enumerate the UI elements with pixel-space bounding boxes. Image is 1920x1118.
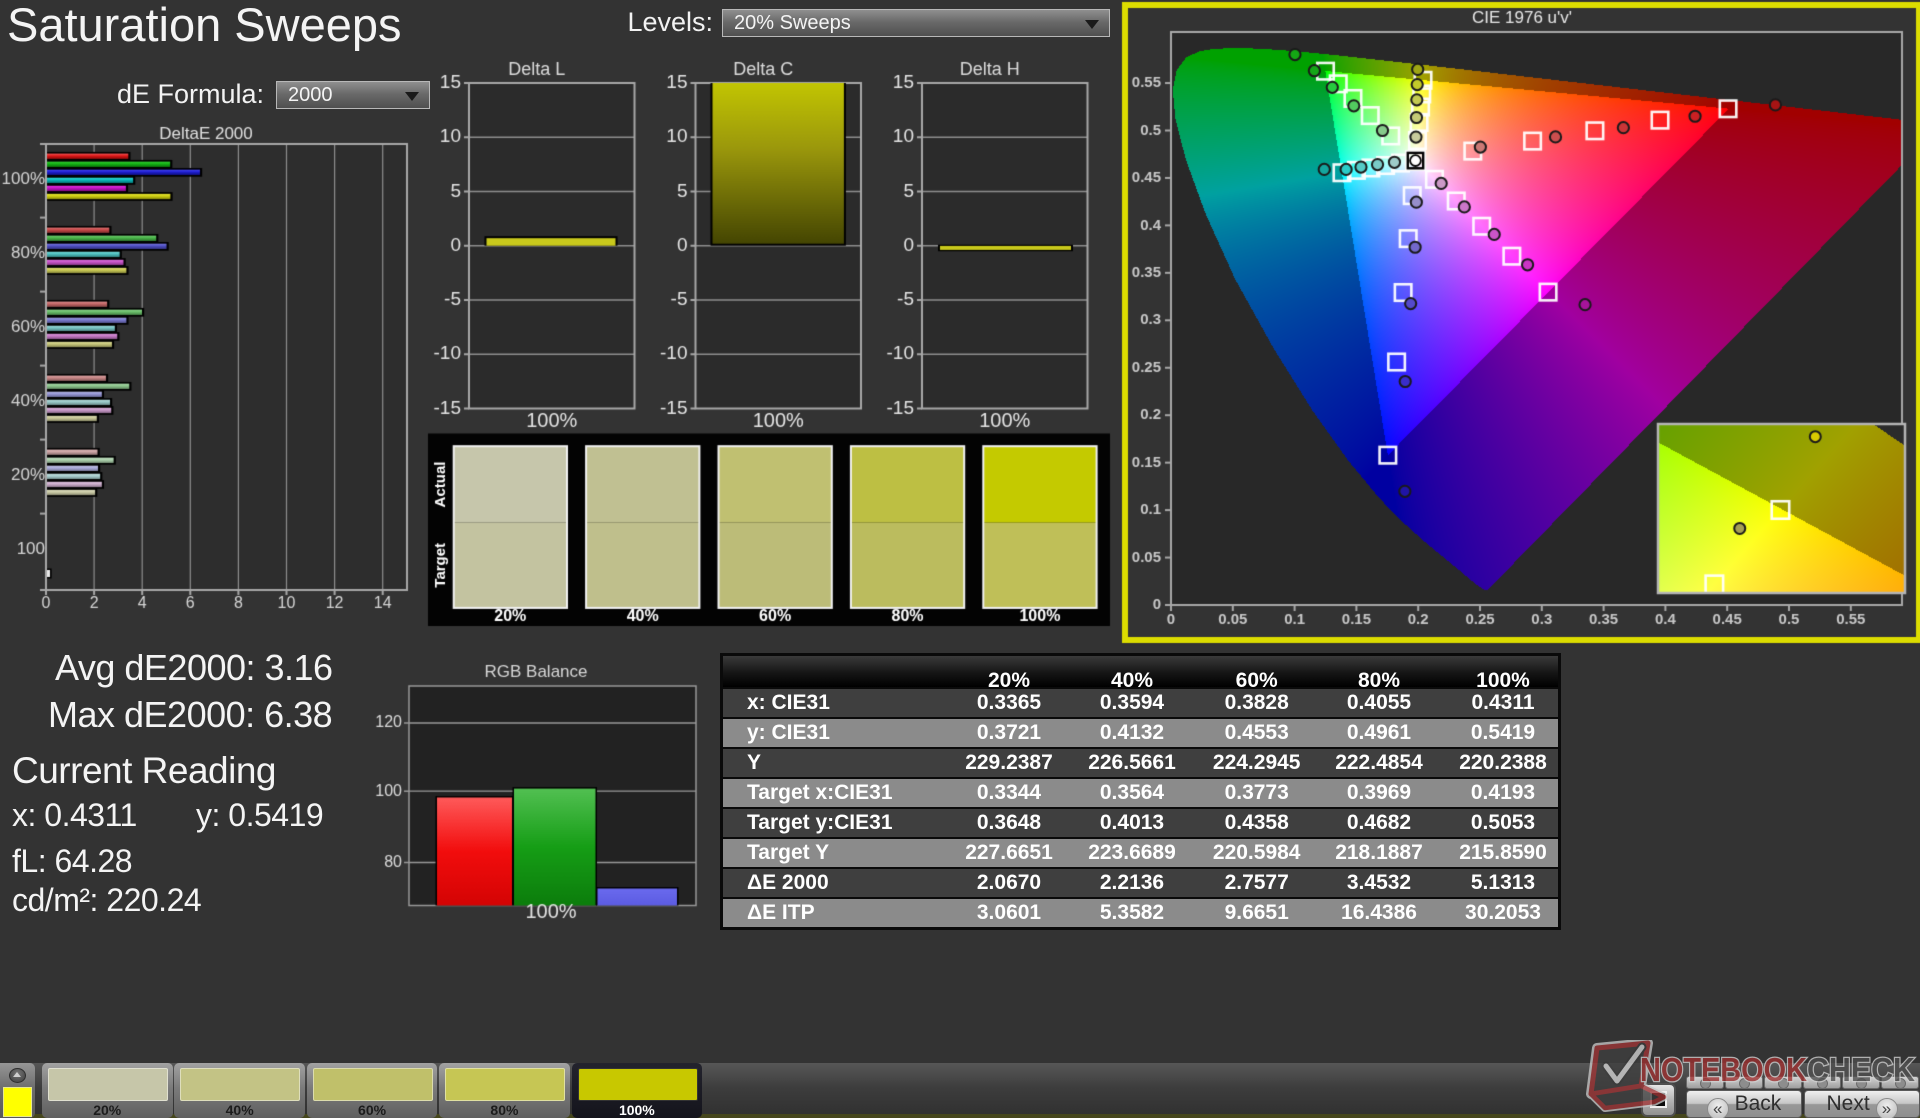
svg-text:CHECK: CHECK xyxy=(1807,1051,1915,1088)
svg-text:NOTEBOOK: NOTEBOOK xyxy=(1640,1051,1807,1088)
